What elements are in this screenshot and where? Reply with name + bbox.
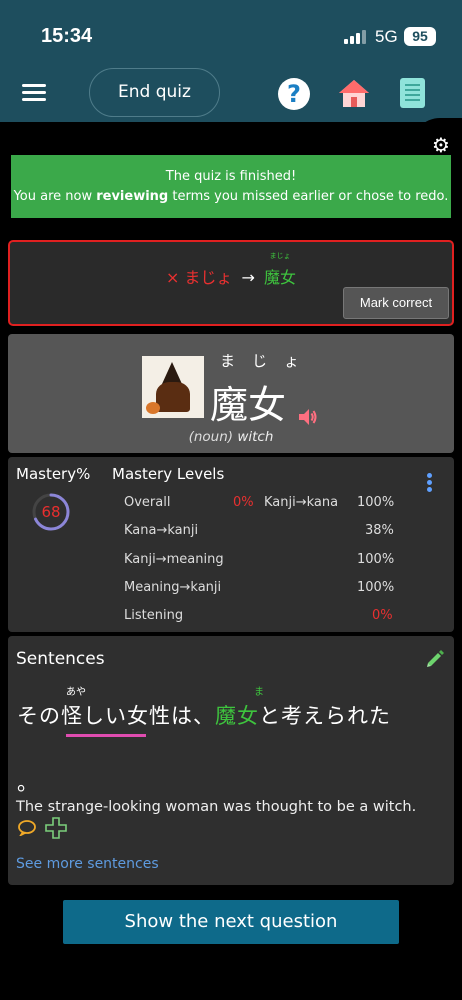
word-kanji: 魔女 [210,383,287,427]
battery-icon: 95 [404,27,436,46]
level-value-kana-kanji: 38% [365,523,394,538]
level-label-overall: Overall [124,495,171,510]
level-label-kanji-kana: Kanji→kana [264,495,339,510]
end-quiz-button[interactable]: End quiz [89,68,220,117]
speaker-icon[interactable] [298,408,318,426]
gear-icon[interactable]: ⚙ [432,135,450,155]
quiz-finished-banner: The quiz is finished! You are now review… [11,155,451,218]
sentence-highlight[interactable]: 怪しい [61,704,127,728]
level-label-listening: Listening [124,608,184,623]
level-value-listening: 0% [372,608,393,623]
network-label: 5G [375,27,398,46]
level-value-kanji-meaning: 100% [357,552,395,567]
word-meaning: (noun) witch [8,429,454,445]
word-card: まじょ 魔女 (noun) witch [8,334,454,453]
correct-answer: まじょ 魔女 [264,252,297,288]
level-label-kanji-meaning: Kanji→meaning [124,552,224,567]
book-icon[interactable] [400,78,425,108]
sentence-part: 女性は、 [127,704,215,728]
witch-image[interactable] [142,356,204,418]
next-question-button[interactable]: Show the next question [63,900,399,944]
mastery-panel: Mastery% 68 Mastery Levels Overall 0% Ka… [8,457,454,632]
word-reading: まじょ [220,352,317,370]
wrong-answer: × まじょ [165,268,233,287]
part-of-speech: (noun) [188,429,234,445]
app-header: 15:34 5G 95 End quiz ? [0,0,462,122]
meaning-text: witch [237,429,274,445]
answer-line: × まじょ → まじょ 魔女 [10,252,452,288]
banner-text-post: terms you missed earlier or chose to red… [168,189,449,204]
signal-icon [344,29,368,44]
status-time: 15:34 [41,25,93,47]
menu-icon[interactable] [22,82,48,102]
banner-text: You are now [13,189,97,204]
answer-result-box: × まじょ → まじょ 魔女 Mark correct [8,240,454,326]
mastery-title: Mastery% [16,465,91,483]
level-value-meaning-kanji: 100% [357,580,395,595]
sentences-panel: Sentences あや ま その怪しい女性は、魔女と考えられた 。 The s… [8,636,454,885]
level-value-overall: 0% [233,495,254,510]
level-value-kanji-kana: 100% [357,495,395,510]
furigana-aya: あや [66,687,86,698]
sentence-part: その [17,704,61,728]
highlight-underline [66,734,146,737]
mastery-levels-title: Mastery Levels [112,465,225,483]
comment-icon[interactable] [18,820,36,836]
sentences-title: Sentences [16,649,105,669]
banner-bold: reviewing [96,189,169,204]
sentence-target-word: 魔女 [215,704,259,728]
help-icon[interactable]: ? [278,78,310,110]
level-label-meaning-kanji: Meaning→kanji [124,580,222,595]
add-sentence-icon[interactable] [45,817,67,839]
mark-correct-button[interactable]: Mark correct [343,287,449,319]
english-sentence: The strange-looking woman was thought to… [16,799,417,815]
mastery-value: 68 [41,503,61,521]
banner-line-1: The quiz is finished! [165,169,297,184]
home-icon[interactable] [338,78,370,108]
japanese-sentence: その怪しい女性は、魔女と考えられた [17,700,391,730]
banner-line-2: You are now reviewing terms you missed e… [11,187,451,207]
correct-answer-text: 魔女 [264,268,297,287]
arrow: → [241,268,255,287]
correct-answer-furigana: まじょ [269,252,291,260]
more-options-icon[interactable] [427,473,433,493]
pencil-icon[interactable] [425,649,445,669]
sentence-end: 。 [17,771,38,795]
status-bar: 15:34 5G 95 [0,0,462,62]
furigana-ma: ま [254,687,264,698]
sentence-part: と考えられた [259,704,391,728]
level-label-kana-kanji: Kana→kanji [124,523,199,538]
see-more-sentences-link[interactable]: See more sentences [16,856,159,872]
